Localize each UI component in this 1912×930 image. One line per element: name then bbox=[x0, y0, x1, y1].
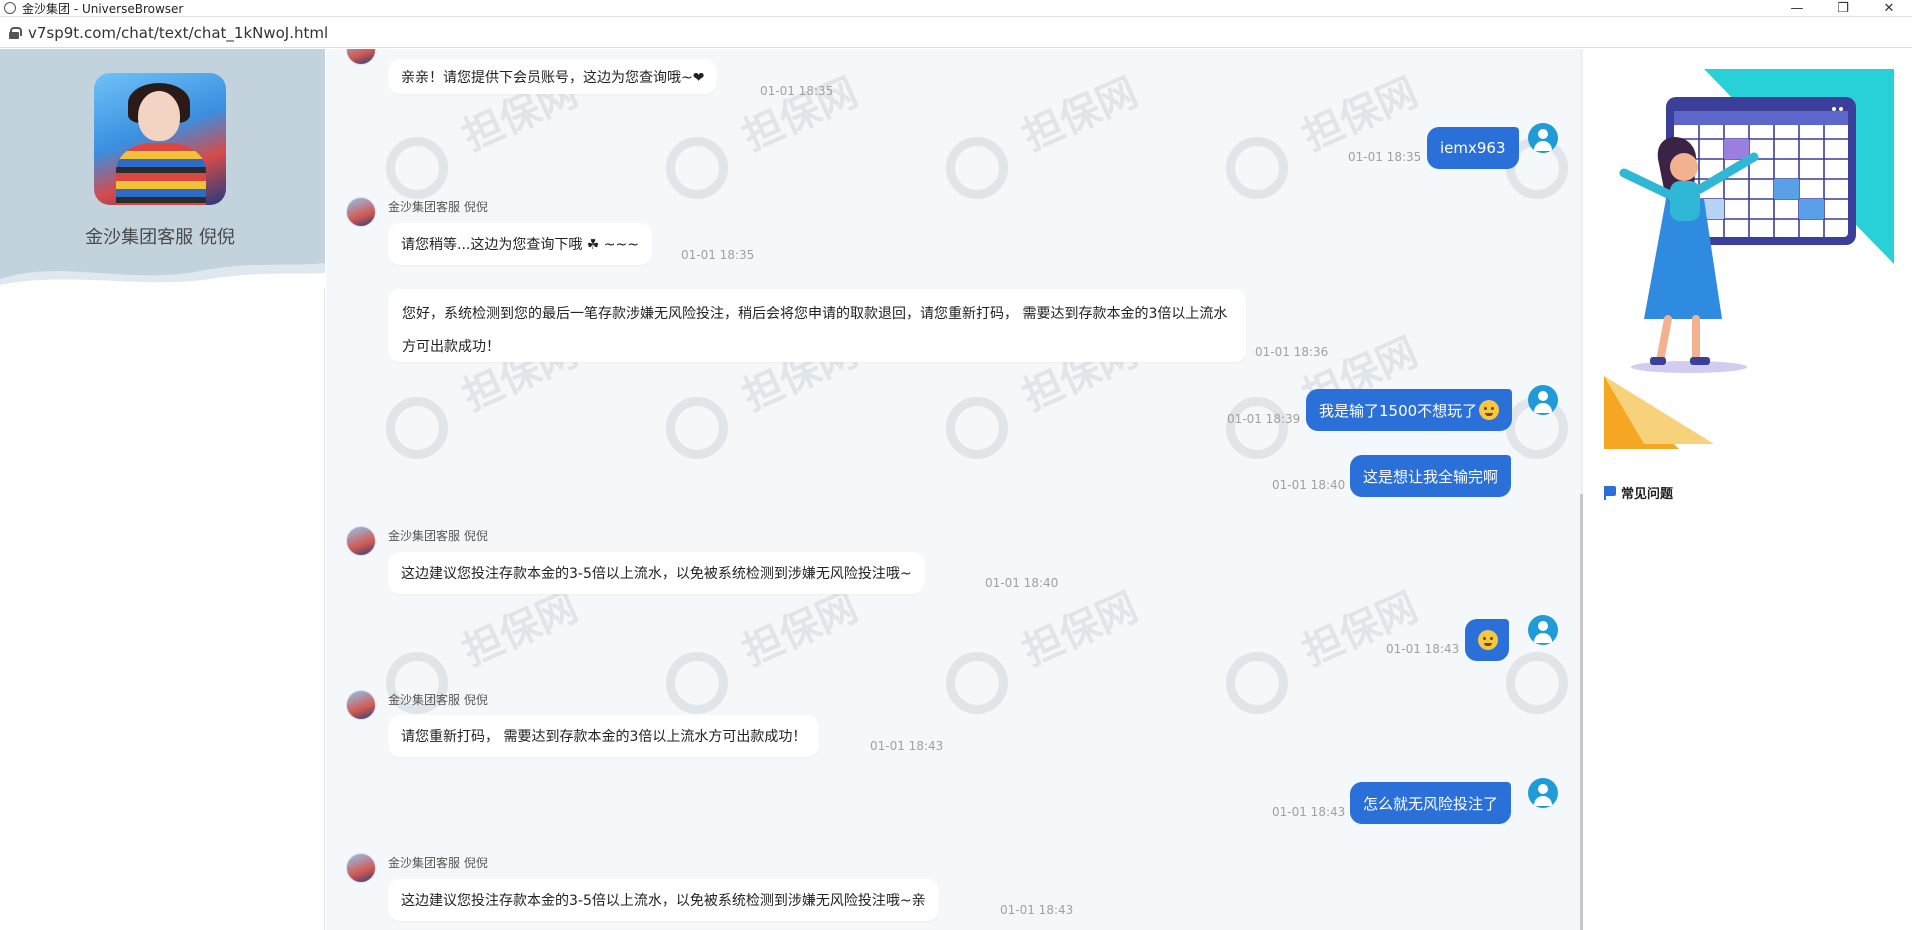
message-bubble: 您好，系统检测到您的最后一笔存款涉嫌无风险投注，稍后会将您申请的取款退回，请您重… bbox=[388, 289, 1246, 362]
watermark-logo-icon bbox=[666, 652, 728, 714]
watermark: 担保网 bbox=[946, 584, 1146, 734]
avatar-body-shape bbox=[116, 143, 206, 205]
agent-mini-avatar bbox=[346, 690, 376, 720]
user-avatar bbox=[1528, 123, 1558, 153]
faq-label: 常见问题 bbox=[1621, 487, 1674, 502]
header-wave-decoration bbox=[0, 263, 325, 289]
sender-name: 金沙集团客服 倪倪 bbox=[388, 200, 488, 214]
user-avatar bbox=[1528, 615, 1558, 645]
restore-button[interactable]: ❐ bbox=[1820, 0, 1866, 17]
watermark: 担保网 bbox=[1226, 69, 1426, 219]
watermark-logo-icon bbox=[1506, 652, 1568, 714]
avatar-face-shape bbox=[138, 91, 180, 141]
thinking-face-emoji-icon bbox=[1478, 630, 1498, 650]
message-text: 我是输了1500不想玩了 bbox=[1319, 401, 1478, 420]
watermark: 担保网 bbox=[386, 329, 586, 479]
agent-mini-avatar bbox=[346, 49, 376, 65]
watermark: 担保网 bbox=[666, 69, 866, 219]
message-time: 01-01 18:35 bbox=[760, 84, 834, 98]
sweat-smile-emoji-icon bbox=[1479, 400, 1500, 420]
agent-panel: 金沙集团客服 倪倪 bbox=[0, 49, 325, 930]
watermark-text: 担保网 bbox=[736, 69, 865, 161]
message-bubble: 怎么就无风险投注了 bbox=[1350, 782, 1512, 824]
watermark: 担保网 bbox=[1226, 584, 1426, 734]
watermark-logo-icon bbox=[666, 397, 728, 459]
watermark-text: 担保网 bbox=[1016, 584, 1145, 676]
close-button[interactable]: ✕ bbox=[1866, 0, 1912, 17]
watermark: 担保网 bbox=[946, 329, 1146, 479]
faq-section-title[interactable]: 常见问题 bbox=[1604, 483, 1673, 502]
message-time: 01-01 18:35 bbox=[681, 248, 755, 262]
message-time: 01-01 18:43 bbox=[1272, 805, 1346, 819]
chat-area[interactable]: 担保网 担保网 担保网 担保网 担保网 担保网 担保网 担保网 担保网 担保网 担保网 担保网 担保网担… bbox=[326, 49, 1581, 930]
watermark-logo-icon bbox=[386, 397, 448, 459]
watermark-logo-icon bbox=[386, 137, 448, 199]
user-avatar bbox=[1528, 385, 1558, 415]
message-time: 01-01 18:36 bbox=[1255, 345, 1329, 359]
chat-scrollbar[interactable] bbox=[1580, 49, 1583, 930]
message-bubble bbox=[1465, 619, 1509, 661]
url-text[interactable]: v7sp9t.com/chat/text/chat_1kNwoJ.html bbox=[28, 24, 328, 42]
watermark-logo-icon bbox=[946, 397, 1008, 459]
sender-name: 金沙集团客服 倪倪 bbox=[388, 693, 488, 707]
message-time: 01-01 18:35 bbox=[1348, 150, 1422, 164]
agent-mini-avatar bbox=[346, 526, 376, 556]
message-time: 01-01 18:43 bbox=[1386, 642, 1460, 656]
message-bubble: 请您稍等...这边为您查询下哦 ☘ ~~~ bbox=[388, 223, 652, 265]
watermark-logo-icon bbox=[666, 137, 728, 199]
watermark-text: 担保网 bbox=[1296, 584, 1425, 676]
message-time: 01-01 18:43 bbox=[870, 739, 944, 753]
window-title: 金沙集团 - UniverseBrowser bbox=[22, 1, 184, 16]
faq-flag-icon bbox=[1604, 485, 1616, 500]
side-info-panel: 常见问题 bbox=[1584, 49, 1912, 930]
message-time: 01-01 18:40 bbox=[985, 576, 1059, 590]
watermark-logo-icon bbox=[1226, 137, 1288, 199]
message-bubble: 这边建议您投注存款本金的3-5倍以上流水，以免被系统检测到涉嫌无风险投注哦~亲 bbox=[388, 879, 939, 921]
message-time: 01-01 18:40 bbox=[1272, 478, 1346, 492]
agent-header: 金沙集团客服 倪倪 bbox=[0, 49, 325, 289]
message-time: 01-01 18:43 bbox=[1000, 903, 1074, 917]
window-titlebar: 金沙集团 - UniverseBrowser — ❐ ✕ bbox=[0, 0, 1912, 17]
user-avatar bbox=[1528, 778, 1558, 808]
watermark-logo-icon bbox=[1226, 652, 1288, 714]
agent-avatar bbox=[94, 73, 226, 205]
message-bubble: 请您重新打码， 需要达到存款本金的3倍以上流水方可出款成功！ bbox=[388, 715, 820, 757]
window-controls: — ❐ ✕ bbox=[1774, 0, 1912, 17]
sender-name: 金沙集团客服 倪倪 bbox=[388, 529, 488, 543]
calendar-illustration bbox=[1604, 69, 1894, 449]
watermark: 担保网 bbox=[946, 69, 1146, 219]
message-time: 01-01 18:39 bbox=[1227, 412, 1301, 426]
sender-name: 金沙集团客服 倪倪 bbox=[388, 856, 488, 870]
minimize-button[interactable]: — bbox=[1774, 0, 1820, 17]
watermark-text: 担保网 bbox=[1296, 69, 1425, 161]
watermark-logo-icon bbox=[1226, 397, 1288, 459]
address-bar[interactable]: v7sp9t.com/chat/text/chat_1kNwoJ.html bbox=[0, 18, 1912, 48]
watermark-logo-icon bbox=[946, 652, 1008, 714]
message-bubble: 我是输了1500不想玩了 bbox=[1306, 389, 1513, 431]
agent-name: 金沙集团客服 倪倪 bbox=[85, 227, 235, 248]
message-bubble: 亲亲！请您提供下会员账号，这边为您查询哦~❤ bbox=[388, 59, 718, 94]
scrollbar-thumb[interactable] bbox=[1580, 494, 1583, 930]
watermark-logo-icon bbox=[946, 137, 1008, 199]
message-bubble: 这是想让我全输完啊 bbox=[1350, 455, 1512, 497]
lock-icon bbox=[9, 26, 22, 39]
browser-logo-icon bbox=[4, 2, 16, 14]
watermark: 担保网 bbox=[666, 329, 866, 479]
watermark-text: 担保网 bbox=[1016, 69, 1145, 161]
agent-mini-avatar bbox=[346, 853, 376, 883]
agent-mini-avatar bbox=[346, 197, 376, 227]
message-bubble: 这边建议您投注存款本金的3-5倍以上流水，以免被系统检测到涉嫌无风险投注哦~ bbox=[388, 552, 925, 594]
message-bubble: iemx963 bbox=[1427, 127, 1519, 169]
